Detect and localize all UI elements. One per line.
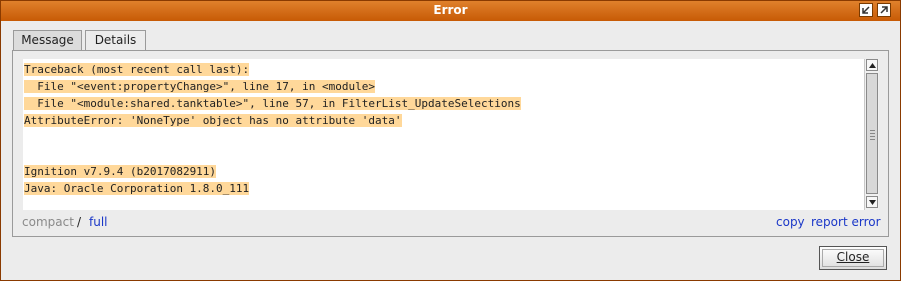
grip-line: [870, 139, 875, 140]
tab-message[interactable]: Message: [13, 30, 82, 50]
compact-link[interactable]: compact: [22, 215, 74, 229]
close-button[interactable]: Close: [819, 246, 887, 270]
details-text-area[interactable]: Traceback (most recent call last): File …: [23, 59, 875, 210]
report-error-link[interactable]: report error: [811, 215, 881, 229]
text-line: Java: Oracle Corporation 1.8.0_111: [24, 182, 250, 195]
text-line: [24, 129, 521, 146]
grip-line: [870, 136, 875, 137]
tab-details[interactable]: Details: [85, 30, 146, 51]
window-title: Error: [433, 3, 468, 17]
text-line: Traceback (most recent call last):: [24, 63, 250, 76]
minimize-arrow-icon: [862, 6, 870, 14]
minimize-button[interactable]: [859, 3, 873, 17]
grip-line: [870, 133, 875, 134]
maximize-arrow-icon: [880, 6, 888, 14]
arrow-up-icon: [868, 62, 876, 68]
full-link[interactable]: full: [89, 215, 108, 229]
error-dialog: Error Message Details Traceback (most re…: [0, 0, 901, 281]
title-bar[interactable]: Error: [1, 1, 900, 21]
maximize-button[interactable]: [877, 3, 891, 17]
scroll-down-button[interactable]: [866, 196, 878, 208]
text-line: File "<module:shared.tanktable>", line 5…: [24, 97, 521, 110]
details-panel: Traceback (most recent call last): File …: [12, 50, 889, 237]
scroll-up-button[interactable]: [866, 59, 878, 71]
arrow-down-icon: [868, 199, 876, 205]
text-line: AttributeError: 'NoneType' object has no…: [24, 114, 402, 127]
copy-link[interactable]: copy: [776, 215, 805, 229]
link-separator: /: [77, 215, 82, 229]
traceback-text: Traceback (most recent call last): File …: [24, 61, 521, 197]
text-line: File "<event:propertyChange>", line 17, …: [24, 80, 375, 93]
grip-line: [870, 130, 875, 131]
text-line: [24, 146, 521, 163]
close-button-label: Close: [836, 250, 870, 264]
text-line: Ignition v7.9.4 (b2017082911): [24, 165, 217, 178]
vertical-scrollbar[interactable]: [864, 59, 879, 210]
scroll-thumb[interactable]: [866, 73, 878, 194]
